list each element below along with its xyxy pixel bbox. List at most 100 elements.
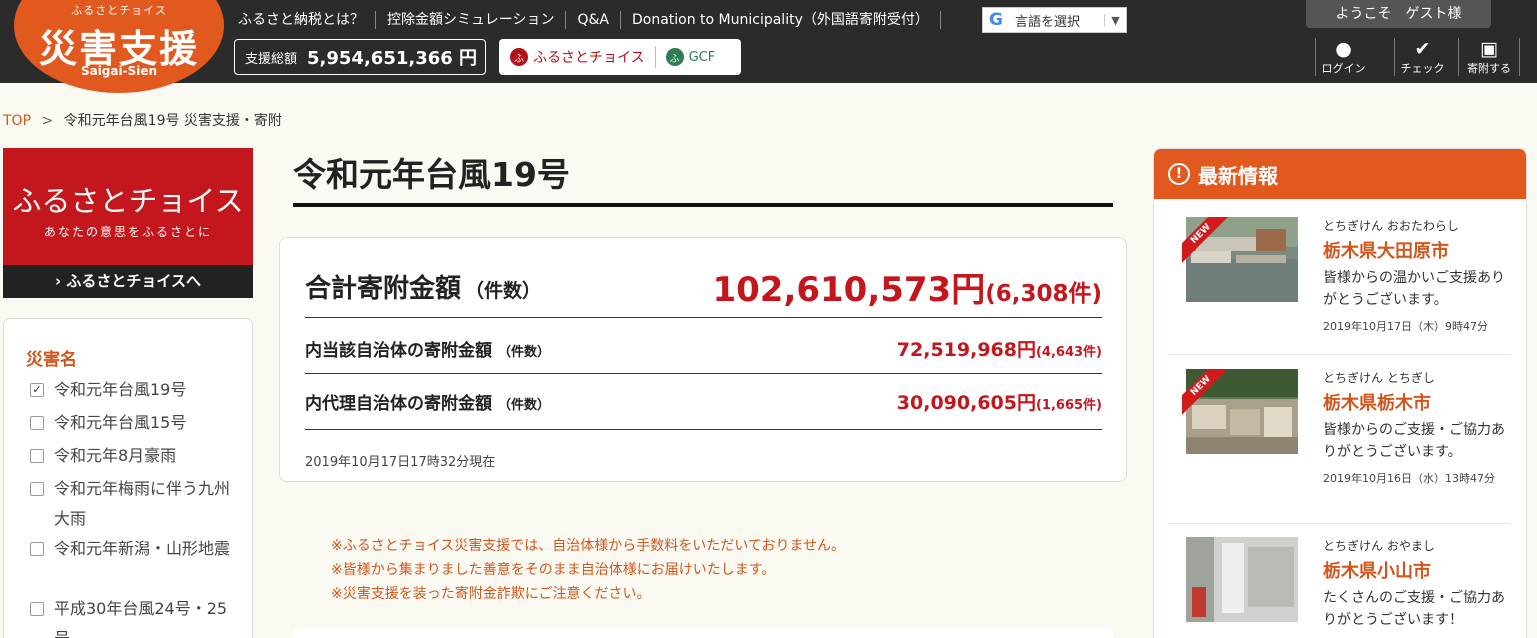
- breadcrumb: TOP > 令和元年台風19号 災害支援・寄附: [3, 110, 282, 130]
- filter-item-label: 令和元年台風19号: [54, 380, 187, 399]
- check-label: チェック: [1400, 62, 1445, 75]
- news-item-municipality[interactable]: 栃木県栃木市: [1323, 389, 1431, 415]
- total-donation-row: 合計寄附金額 （件数） 102,610,573円(6,308件): [305, 256, 1102, 318]
- total-donation-amount: 102,610,573円: [712, 270, 986, 310]
- furusato-choice-link[interactable]: ふ ふるさとチョイス: [499, 46, 656, 68]
- nav-deduction-simulation[interactable]: 控除金額シミュレーション: [375, 11, 565, 29]
- filter-heading: 災害名: [26, 350, 77, 370]
- donate-button[interactable]: ▣ 寄附する: [1458, 38, 1520, 76]
- total-donation-count: (6,308件): [985, 281, 1102, 307]
- news-item-municipality[interactable]: 栃木県小山市: [1323, 557, 1431, 583]
- disaster-filter-panel: 災害名 ✓ 令和元年台風19号 令和元年台風15号 令和元年8月豪雨 令和元年梅…: [3, 318, 253, 638]
- news-thumbnail[interactable]: [1186, 537, 1298, 622]
- news-item-tochigi[interactable]: NEW とちぎけん とちぎし 栃木県栃木市 皆様からのご支援・ご協力ありがとうご…: [1168, 369, 1510, 524]
- breadcrumb-top-link[interactable]: TOP: [3, 113, 31, 129]
- news-item-body: 皆様からのご支援・ご協力ありがとうございます。: [1323, 422, 1505, 460]
- new-label: NEW: [1182, 369, 1228, 415]
- donation-box-icon: ▣: [1480, 38, 1498, 60]
- next-section-card: [293, 628, 1113, 638]
- news-item-kana: とちぎけん とちぎし: [1323, 371, 1435, 385]
- news-heading: 最新情報: [1198, 163, 1278, 188]
- own-municipality-amount: 72,519,968円: [896, 338, 1036, 361]
- news-item-oyama[interactable]: とちぎけん おやまし 栃木県小山市 たくさんのご支援・ご協力ありがとうございます…: [1168, 537, 1510, 638]
- language-select-label: 言語を選択: [1015, 14, 1081, 30]
- filter-item-typhoon-15[interactable]: 令和元年台風15号: [30, 408, 240, 438]
- notice-item: ※災害支援を装った寄附金詐欺にご注意ください。: [331, 586, 651, 602]
- total-support-label: 支援総額: [245, 51, 298, 67]
- notice-item: ※皆様から集まりました善意をそのまま自治体様にお届けいたします。: [331, 562, 776, 578]
- news-item-date: 2019年10月16日（水）13時47分: [1323, 472, 1495, 485]
- logo-sub-text: Saigai-Sien: [80, 64, 158, 78]
- total-support-box: 支援総額 5,954,651,366 円: [234, 39, 486, 75]
- as-of-timestamp: 2019年10月17日17時32分現在: [305, 455, 496, 470]
- own-municipality-count: (4,643件): [1035, 344, 1102, 360]
- news-item-otawara[interactable]: NEW とちぎけん おおたわらし 栃木県大田原市 皆様からの温かいご支援ありがと…: [1168, 217, 1510, 355]
- filter-item-typhoon-19[interactable]: ✓ 令和元年台風19号: [30, 375, 240, 405]
- proxy-municipality-amount-wrap: 30,090,605円(1,665件): [897, 388, 1102, 415]
- google-icon: G: [989, 10, 1003, 30]
- language-select[interactable]: G 言語を選択 ▼: [982, 7, 1127, 33]
- filter-item-niigata-earthquake[interactable]: 令和元年新潟・山形地震: [30, 534, 240, 564]
- total-donation-amount-wrap: 102,610,573円(6,308件): [712, 262, 1102, 311]
- total-support-value: 5,954,651,366 円: [307, 48, 478, 69]
- own-municipality-row: 内当該自治体の寄附金額 （件数） 72,519,968円(4,643件): [305, 323, 1102, 374]
- chevron-down-icon: ▼: [1104, 13, 1126, 27]
- checkbox[interactable]: [30, 416, 44, 430]
- checkbox[interactable]: [30, 482, 44, 496]
- exclamation-icon: !: [1168, 163, 1190, 185]
- nav-donation-foreign[interactable]: Donation to Municipality（外国語寄附受付）: [619, 11, 941, 29]
- check-button[interactable]: ✔ チェック: [1394, 38, 1450, 76]
- filter-item-kyushu-rain[interactable]: 令和元年梅雨に伴う九州大雨: [30, 474, 240, 534]
- page-title: 令和元年台風19号: [293, 155, 570, 194]
- total-donation-label: 合計寄附金額: [305, 274, 462, 304]
- proxy-municipality-count: (1,665件): [1035, 398, 1102, 413]
- filter-item-label: 令和元年新潟・山形地震: [54, 539, 231, 558]
- office-hallway-image: [1186, 537, 1298, 622]
- checkbox[interactable]: [30, 542, 44, 556]
- gcf-logo-icon: ふ: [665, 48, 684, 66]
- gcf-link[interactable]: ふ GCF: [656, 48, 715, 66]
- news-header: ! 最新情報: [1154, 149, 1526, 199]
- login-button[interactable]: ● ログイン: [1315, 38, 1371, 76]
- latest-news-panel: ! 最新情報 NEW とちぎけん おおたわらし 栃木県大田原市 皆様からの温かい…: [1153, 148, 1527, 638]
- title-divider: [293, 203, 1113, 207]
- filter-item-typhoon-24-25[interactable]: 平成30年台風24号・25号: [30, 594, 240, 638]
- proxy-municipality-label: 内代理自治体の寄附金額: [305, 394, 492, 414]
- breadcrumb-separator: >: [41, 113, 54, 129]
- nav-qa[interactable]: Q&A: [565, 11, 620, 29]
- notice-list: ※ふるさとチョイス災害支援では、自治体様から手数料をいただいておりません。 ※皆…: [331, 534, 845, 606]
- site-header: ふるさとチョイス 災害支援 Saigai-Sien ふるさと納税とは？ 控除金額…: [0, 0, 1537, 93]
- site-logo[interactable]: ふるさとチョイス 災害支援 Saigai-Sien: [14, 0, 224, 93]
- login-label: ログイン: [1321, 62, 1366, 75]
- furusato-logo-icon: ふ: [510, 48, 528, 66]
- banner-tagline: あなたの意思をふるさとに: [43, 225, 212, 239]
- partner-links: ふ ふるさとチョイス ふ GCF: [499, 39, 741, 75]
- furusato-choice-link-label: ふるさとチョイス: [533, 50, 645, 66]
- filter-item-label: 令和元年梅雨に伴う九州大雨: [54, 479, 231, 528]
- own-municipality-label: 内当該自治体の寄附金額: [305, 340, 492, 361]
- banner-button[interactable]: › ふるさとチョイスへ: [3, 265, 253, 298]
- user-icon: ●: [1335, 38, 1352, 60]
- total-count-label: （件数）: [465, 280, 542, 302]
- filter-item-label: 平成30年台風24号・25号: [54, 599, 228, 638]
- new-ribbon: NEW: [1182, 369, 1228, 415]
- logo-small-text: ふるさとチョイス: [71, 4, 167, 17]
- welcome-message: ようこそ ゲスト様: [1306, 0, 1491, 28]
- nav-about-furusato[interactable]: ふるさと納税とは？: [238, 11, 375, 29]
- filter-item-august-rain[interactable]: 令和元年8月豪雨: [30, 441, 240, 471]
- proxy-count-label: （件数）: [498, 398, 551, 413]
- checkbox[interactable]: [30, 449, 44, 463]
- notice-item: ※ふるさとチョイス災害支援では、自治体様から手数料をいただいておりません。: [331, 538, 846, 554]
- news-item-kana: とちぎけん おおたわらし: [1323, 219, 1459, 233]
- donation-summary-card: 合計寄附金額 （件数） 102,610,573円(6,308件) 内当該自治体の寄…: [279, 237, 1127, 482]
- news-item-municipality[interactable]: 栃木県大田原市: [1323, 237, 1449, 263]
- checkbox[interactable]: [30, 602, 44, 616]
- proxy-municipality-amount: 30,090,605円: [896, 392, 1036, 414]
- news-item-date: 2019年10月17日（木）9時47分: [1323, 320, 1488, 333]
- proxy-municipality-row: 内代理自治体の寄附金額 （件数） 30,090,605円(1,665件): [305, 374, 1102, 430]
- own-municipality-label-wrap: 内当該自治体の寄附金額 （件数）: [305, 336, 550, 361]
- checkbox-checked[interactable]: ✓: [30, 383, 44, 397]
- news-item-body: たくさんのご支援・ご協力ありがとうございます！: [1323, 590, 1505, 628]
- furusato-choice-banner[interactable]: ふるさとチョイス あなたの意思をふるさとに › ふるさとチョイスへ: [3, 148, 253, 298]
- own-count-label: （件数）: [498, 344, 551, 360]
